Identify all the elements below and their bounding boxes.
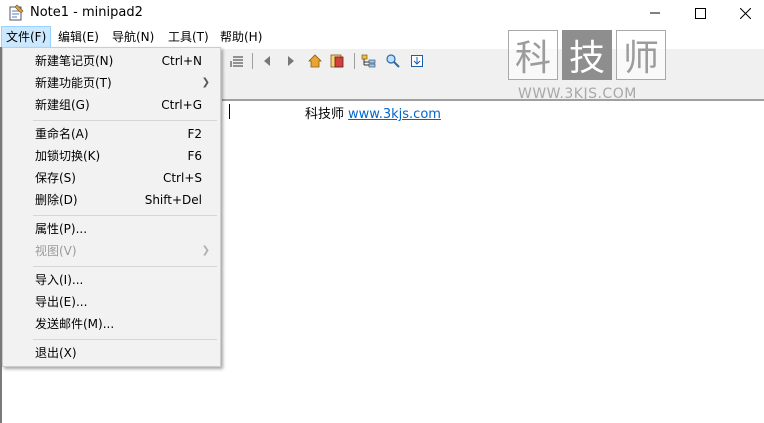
toolbar	[222, 49, 764, 73]
menu-file[interactable]: 文件(F)	[0, 26, 52, 48]
menu-item-new-note[interactable]: 新建笔记页(N) Ctrl+N	[3, 50, 220, 72]
shortcut: F6	[187, 149, 202, 163]
menu-item-export[interactable]: 导出(E)...	[3, 291, 220, 313]
watermark-char: 技	[562, 30, 612, 80]
minimize-button[interactable]	[632, 0, 678, 26]
toolbar-lower	[222, 73, 764, 99]
menu-item-save[interactable]: 保存(S) Ctrl+S	[3, 167, 220, 189]
maximize-icon	[694, 7, 706, 19]
shortcut: Ctrl+S	[162, 171, 202, 185]
document-text-line[interactable]: 科技师 www.3kjs.com	[305, 103, 441, 122]
menu-item-exit[interactable]: 退出(X)	[3, 342, 220, 364]
home-icon[interactable]	[306, 52, 324, 70]
toolbar-separator	[252, 53, 253, 69]
tree-icon[interactable]	[360, 52, 378, 70]
menu-item-send-mail[interactable]: 发送邮件(M)...	[3, 313, 220, 335]
chevron-right-icon: ❯	[201, 77, 210, 88]
watermark-url: WWW.3KJS.COM	[518, 86, 637, 102]
close-icon	[739, 7, 751, 19]
list-icon[interactable]	[228, 52, 246, 70]
watermark-char: 科	[508, 30, 558, 80]
file-menu-dropdown: 新建笔记页(N) Ctrl+N 新建功能页(T) ❯ 新建组(G) Ctrl+G…	[2, 47, 221, 367]
watermark-char: 师	[616, 30, 666, 80]
prev-icon[interactable]	[258, 52, 276, 70]
menu-item-toggle-lock[interactable]: 加锁切换(K) F6	[3, 145, 220, 167]
menu-item-properties[interactable]: 属性(P)...	[3, 218, 220, 240]
document-link[interactable]: www.3kjs.com	[348, 107, 441, 122]
window-title: Note1 - minipad2	[30, 5, 143, 20]
minimize-icon	[650, 12, 660, 14]
document-text: 科技师	[305, 107, 345, 122]
text-caret	[229, 104, 230, 119]
menu-tools[interactable]: 工具(T)	[164, 27, 213, 47]
chevron-right-icon: ❯	[201, 245, 210, 256]
notepad-icon	[8, 4, 24, 21]
shortcut: Ctrl+N	[161, 54, 202, 68]
menu-edit[interactable]: 编辑(E)	[54, 27, 103, 47]
menu-separator	[33, 215, 217, 216]
page-icon[interactable]	[328, 52, 346, 70]
export-icon[interactable]	[408, 52, 426, 70]
menu-item-new-function-page[interactable]: 新建功能页(T) ❯	[3, 72, 220, 94]
next-icon[interactable]	[282, 52, 300, 70]
menu-separator	[33, 339, 217, 340]
menu-help[interactable]: 帮助(H)	[216, 27, 266, 47]
menu-item-new-group[interactable]: 新建组(G) Ctrl+G	[3, 94, 220, 116]
menu-item-view: 视图(V) ❯	[3, 240, 220, 262]
title-bar: Note1 - minipad2	[0, 0, 764, 26]
menu-navigate[interactable]: 导航(N)	[108, 27, 158, 47]
close-button[interactable]	[722, 0, 764, 26]
menu-item-rename[interactable]: 重命名(A) F2	[3, 123, 220, 145]
toolbar-separator	[354, 53, 355, 69]
menu-item-import[interactable]: 导入(I)...	[3, 269, 220, 291]
maximize-button[interactable]	[677, 0, 723, 26]
shortcut: F2	[187, 127, 202, 141]
menu-separator	[33, 120, 217, 121]
menu-item-delete[interactable]: 删除(D) Shift+Del	[3, 189, 220, 211]
search-icon[interactable]	[384, 52, 402, 70]
watermark-logo: 科 技 师 WWW.3KJS.COM	[508, 30, 668, 104]
shortcut: Shift+Del	[144, 193, 202, 207]
menu-separator	[33, 266, 217, 267]
shortcut: Ctrl+G	[161, 98, 202, 112]
